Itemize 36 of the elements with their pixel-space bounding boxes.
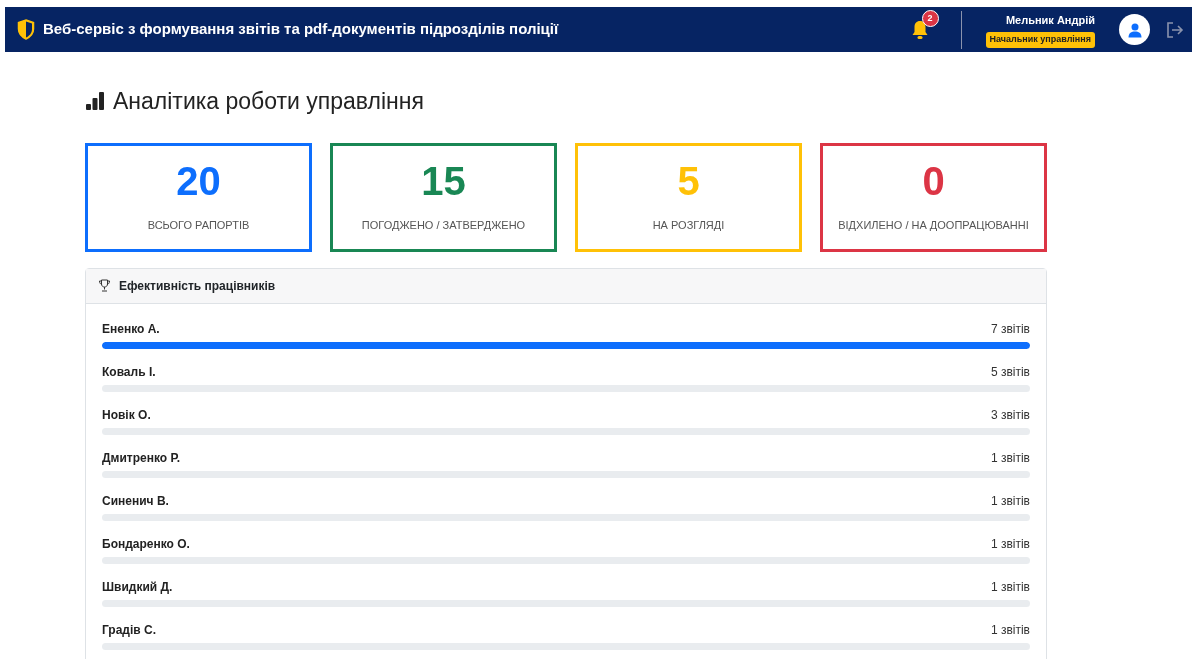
employee-name: Ененко А. [102,320,160,338]
stat-value: 5 [677,160,700,201]
role-badge: Начальник управління [985,32,1095,48]
report-count: 1 звітів [990,578,1030,596]
employee-name: Бондаренко О. [102,535,190,553]
shield-logo-icon [17,19,35,40]
notification-count: 2 [921,9,939,27]
app-title: Веб-сервіс з формування звітів та pdf-документів підрозділів поліції [43,19,559,40]
stat-label: ПОГОДЖЕНО / ЗАТВЕРДЖЕНО [361,217,526,233]
page-title: Аналітика роботи управління [113,87,424,116]
employee-name: Дмитренко Р. [102,449,180,467]
report-count: 1 звітів [990,492,1030,510]
logout-icon[interactable] [1166,21,1184,38]
bar-chart-icon [85,92,105,111]
stat-label: НА РОЗГЛЯДІ [652,217,725,233]
trophy-icon [98,279,111,292]
report-count: 1 звітів [990,449,1030,467]
stat-value: 15 [421,160,466,201]
report-count: 7 звітів [990,320,1030,338]
stat-value: 0 [922,160,945,201]
employee-name: Синенич В. [102,492,169,510]
employee-name: Коваль І. [102,363,156,381]
card-title: Ефективність працівників [119,277,276,295]
stat-label: ВІДХИЛЕНО / НА ДООПРАЦЮВАННІ [838,217,1029,233]
bell-icon[interactable] [910,20,929,41]
report-count: 1 звітів [990,621,1030,639]
stat-value: 20 [176,160,221,201]
report-count: 1 звітів [990,535,1030,553]
stat-label: ВСЬОГО РАПОРТІВ [147,217,250,233]
employee-name: Градів С. [102,621,156,639]
employee-name: Новік О. [102,406,151,424]
user-avatar[interactable] [1119,14,1150,45]
employee-name: Швидкий Д. [102,578,173,596]
report-count: 5 звітів [990,363,1030,381]
user-name: Мельник Андрій [1005,12,1095,28]
report-count: 3 звітів [990,406,1030,424]
